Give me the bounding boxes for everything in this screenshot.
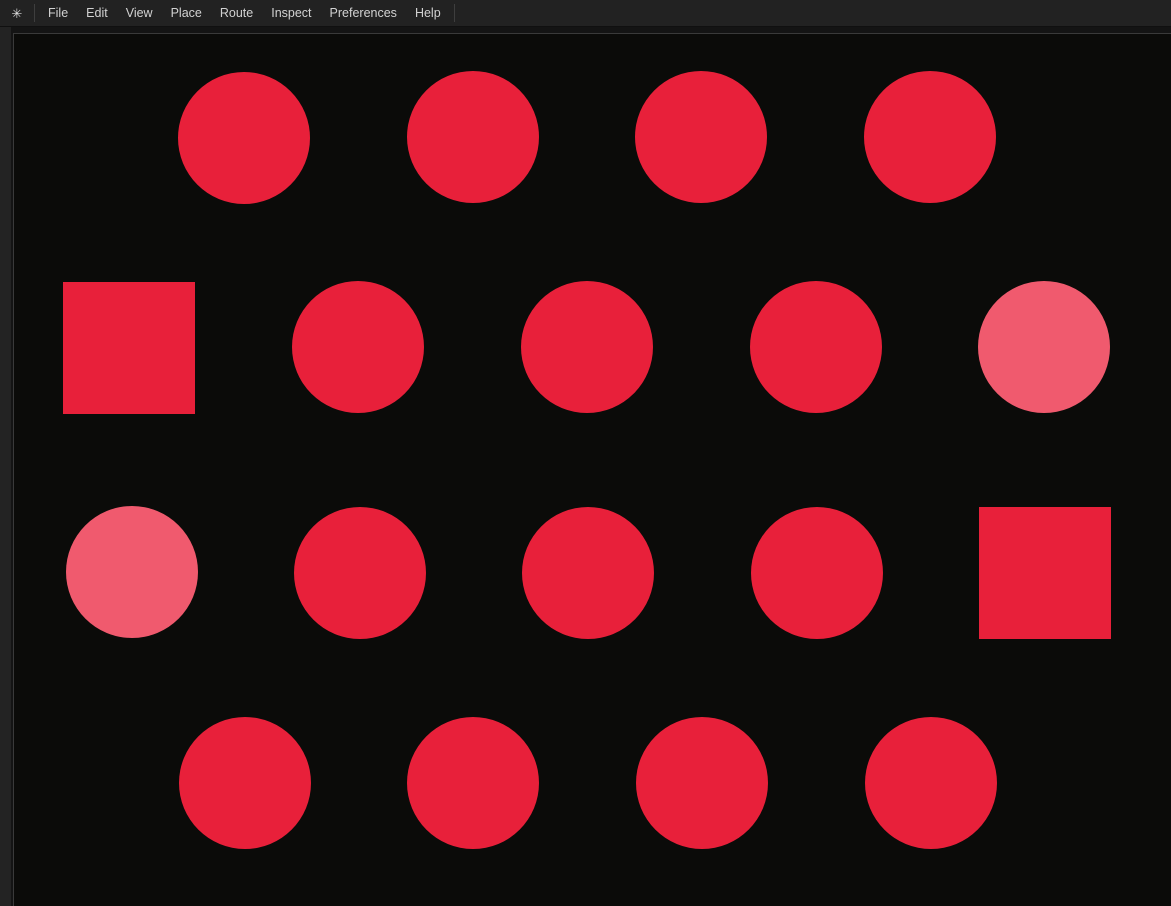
app-sunburst-icon: ✳ xyxy=(0,0,34,27)
pad-circle[interactable] xyxy=(179,717,311,849)
pad-circle[interactable] xyxy=(865,717,997,849)
pad-circle[interactable] xyxy=(407,717,539,849)
pad-circle[interactable] xyxy=(522,507,654,639)
menu-item-preferences[interactable]: Preferences xyxy=(321,0,406,27)
menu-item-view[interactable]: View xyxy=(117,0,162,27)
pad-square[interactable] xyxy=(979,507,1111,639)
window-left-edge xyxy=(0,27,11,906)
menu-item-place[interactable]: Place xyxy=(162,0,211,27)
pad-circle[interactable] xyxy=(407,71,539,203)
menu-item-file[interactable]: File xyxy=(39,0,77,27)
pcb-canvas[interactable] xyxy=(13,33,1171,906)
pad-circle[interactable] xyxy=(864,71,996,203)
menu-item-inspect[interactable]: Inspect xyxy=(262,0,320,27)
menubar: ✳ FileEditViewPlaceRouteInspectPreferenc… xyxy=(0,0,1171,27)
menu-item-route[interactable]: Route xyxy=(211,0,262,27)
pad-circle[interactable] xyxy=(636,717,768,849)
pad-circle-highlighted[interactable] xyxy=(978,281,1110,413)
pad-circle[interactable] xyxy=(635,71,767,203)
pad-square[interactable] xyxy=(63,282,195,414)
pad-circle[interactable] xyxy=(294,507,426,639)
pad-circle[interactable] xyxy=(292,281,424,413)
pad-circle[interactable] xyxy=(751,507,883,639)
pad-circle-highlighted[interactable] xyxy=(66,506,198,638)
menu-items: FileEditViewPlaceRouteInspectPreferences… xyxy=(35,0,454,26)
pad-circle[interactable] xyxy=(521,281,653,413)
menu-item-help[interactable]: Help xyxy=(406,0,450,27)
pad-circle[interactable] xyxy=(178,72,310,204)
menu-item-edit[interactable]: Edit xyxy=(77,0,117,27)
menubar-separator xyxy=(454,4,455,22)
pad-circle[interactable] xyxy=(750,281,882,413)
